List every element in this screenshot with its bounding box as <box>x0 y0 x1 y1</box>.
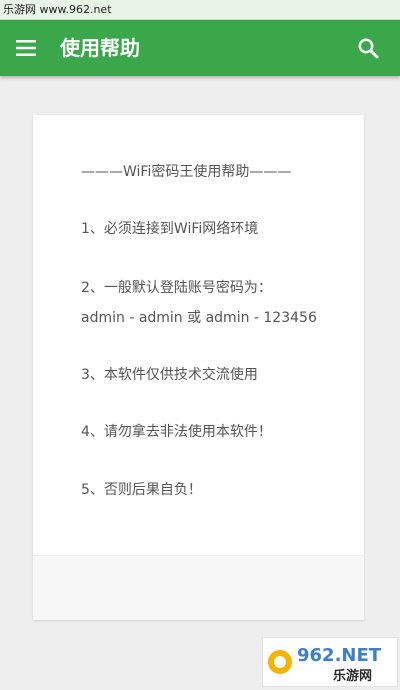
search-button[interactable] <box>348 28 388 68</box>
hamburger-menu-icon <box>16 40 36 56</box>
logo-graphic: 962.NET 乐游网 <box>268 645 382 684</box>
svg-text:乐游网: 乐游网 <box>333 668 372 684</box>
help-item-2-credentials: admin - admin 或 admin - 123456 <box>81 310 317 326</box>
menu-button[interactable] <box>6 28 46 68</box>
watermark-text: 乐游网 www.962.net <box>3 3 112 16</box>
help-card: ———WiFi密码王使用帮助——— 1、必须连接到WiFi网络环境 2、一般默认… <box>33 115 364 620</box>
page-title: 使用帮助 <box>60 36 140 60</box>
search-icon <box>358 38 379 59</box>
svg-text:962.NET: 962.NET <box>297 645 382 666</box>
watermark-bar: 乐游网 www.962.net <box>0 0 400 20</box>
site-logo: 962.NET 乐游网 <box>262 637 398 687</box>
help-title: ———WiFi密码王使用帮助——— <box>81 164 292 180</box>
help-item-3: 3、本软件仅供技术交流使用 <box>81 367 258 383</box>
app-bar: 使用帮助 <box>0 20 400 76</box>
card-footer <box>33 555 364 620</box>
help-item-2: 2、一般默认登陆账号密码为： <box>81 280 272 296</box>
help-item-5: 5、否则后果自负！ <box>81 482 202 498</box>
help-item-4: 4、请勿拿去非法使用本软件！ <box>81 424 272 440</box>
help-item-1: 1、必须连接到WiFi网络环境 <box>81 221 259 237</box>
